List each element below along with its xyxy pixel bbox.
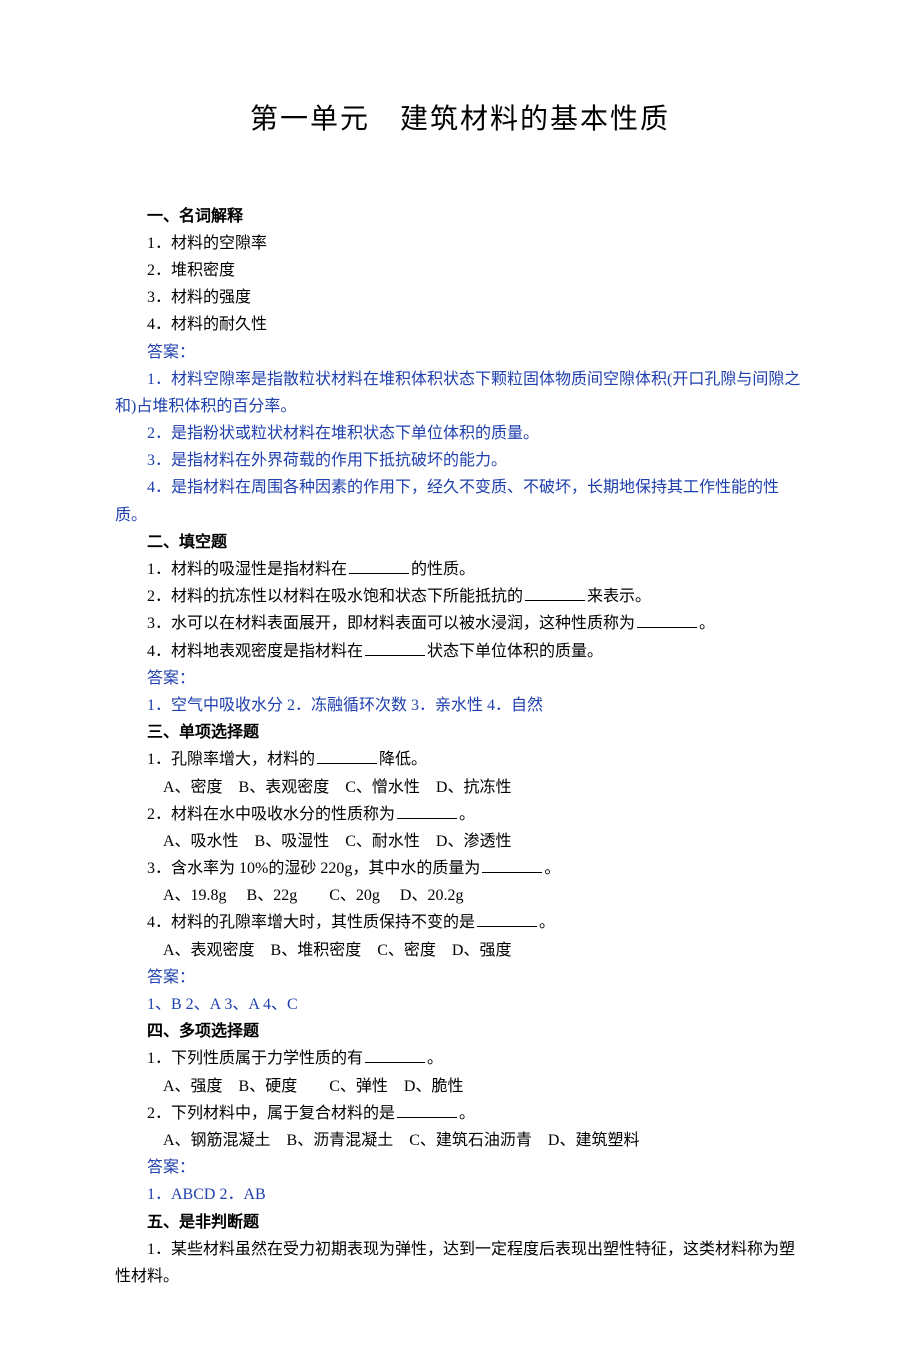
s3-q2b: 。 bbox=[459, 806, 475, 823]
s2-q2: 2．材料的抗冻性以材料在吸水饱和状态下所能抵抗的 来表示。 bbox=[115, 583, 805, 610]
s4-q1: 1．下列性质属于力学性质的有 。 bbox=[115, 1045, 805, 1072]
s4-answers: 1．ABCD 2．AB bbox=[115, 1181, 805, 1208]
s2-q3: 3．水可以在材料表面展开，即材料表面可以被水浸润，这种性质称为 。 bbox=[115, 610, 805, 637]
s2-answer-label: 答案： bbox=[115, 665, 805, 692]
blank bbox=[365, 1048, 425, 1063]
s1-answer-2: 2．是指粉状或粒状材料在堆积状态下单位体积的质量。 bbox=[115, 420, 805, 447]
blank bbox=[317, 749, 377, 764]
s2-q3b: 。 bbox=[699, 615, 715, 632]
s1-answer-4: 4．是指材料在周围各种因素的作用下，经久不变质、不破坏，长期地保持其工作性能的性… bbox=[115, 474, 805, 528]
s3-q2a: 2．材料在水中吸收水分的性质称为 bbox=[147, 806, 395, 823]
page-title: 第一单元 建筑材料的基本性质 bbox=[115, 95, 805, 143]
s3-q4b: 。 bbox=[539, 914, 555, 931]
s1-item-2: 2．堆积密度 bbox=[115, 257, 805, 284]
blank bbox=[397, 803, 457, 818]
s2-q3a: 3．水可以在材料表面展开，即材料表面可以被水浸润，这种性质称为 bbox=[147, 615, 635, 632]
s3-o4: A、表观密度 B、堆积密度 C、密度 D、强度 bbox=[115, 937, 805, 964]
section-5-heading: 五、是非判断题 bbox=[147, 1214, 259, 1231]
blank bbox=[637, 613, 697, 628]
s1-answer-label: 答案： bbox=[115, 339, 805, 366]
s4-q1b: 。 bbox=[427, 1050, 443, 1067]
s1-answer-3: 3．是指材料在外界荷载的作用下抵抗破坏的能力。 bbox=[115, 447, 805, 474]
s3-q1: 1．孔隙率增大，材料的 降低。 bbox=[115, 746, 805, 773]
s3-q3: 3．含水率为 10%的湿砂 220g，其中水的质量为 。 bbox=[115, 855, 805, 882]
s3-q1b: 降低。 bbox=[379, 751, 427, 768]
section-1-heading: 一、名词解释 bbox=[147, 208, 243, 225]
s3-q3b: 。 bbox=[544, 860, 560, 877]
s2-q4a: 4．材料地表观密度是指材料在 bbox=[147, 643, 363, 660]
s3-o1: A、密度 B、表观密度 C、憎水性 D、抗冻性 bbox=[115, 774, 805, 801]
blank bbox=[365, 640, 425, 655]
s2-q2a: 2．材料的抗冻性以材料在吸水饱和状态下所能抵抗的 bbox=[147, 588, 523, 605]
blank bbox=[525, 586, 585, 601]
s4-q1a: 1．下列性质属于力学性质的有 bbox=[147, 1050, 363, 1067]
s2-q2b: 来表示。 bbox=[587, 588, 651, 605]
s1-item-4: 4．材料的耐久性 bbox=[115, 311, 805, 338]
s3-q4a: 4．材料的孔隙率增大时，其性质保持不变的是 bbox=[147, 914, 475, 931]
s3-answers: 1、B 2、A 3、A 4、C bbox=[115, 991, 805, 1018]
blank bbox=[349, 559, 409, 574]
blank bbox=[477, 912, 537, 927]
section-2-heading: 二、填空题 bbox=[147, 534, 227, 551]
s4-q2a: 2．下列材料中，属于复合材料的是 bbox=[147, 1105, 395, 1122]
s2-q1a: 1．材料的吸湿性是指材料在 bbox=[147, 561, 347, 578]
s5-q1: 1．某些材料虽然在受力初期表现为弹性，达到一定程度后表现出塑性特征，这类材料称为… bbox=[115, 1236, 805, 1290]
s3-o3: A、19.8g B、22g C、20g D、20.2g bbox=[115, 882, 805, 909]
s2-answers: 1．空气中吸收水分 2．冻融循环次数 3．亲水性 4．自然 bbox=[115, 692, 805, 719]
s3-q3a: 3．含水率为 10%的湿砂 220g，其中水的质量为 bbox=[147, 860, 480, 877]
s2-q4b: 状态下单位体积的质量。 bbox=[427, 643, 603, 660]
s1-item-3: 3．材料的强度 bbox=[115, 284, 805, 311]
s3-answer-label: 答案： bbox=[115, 964, 805, 991]
section-4-heading: 四、多项选择题 bbox=[147, 1023, 259, 1040]
s3-q4: 4．材料的孔隙率增大时，其性质保持不变的是 。 bbox=[115, 909, 805, 936]
blank bbox=[397, 1102, 457, 1117]
s3-q1a: 1．孔隙率增大，材料的 bbox=[147, 751, 315, 768]
s3-q2: 2．材料在水中吸收水分的性质称为 。 bbox=[115, 801, 805, 828]
s1-answer-1: 1．材料空隙率是指散粒状材料在堆积体积状态下颗粒固体物质间空隙体积(开口孔隙与间… bbox=[115, 366, 805, 420]
s4-o2: A、钢筋混凝土 B、沥青混凝土 C、建筑石油沥青 D、建筑塑料 bbox=[115, 1127, 805, 1154]
document-page: 第一单元 建筑材料的基本性质 一、名词解释 1．材料的空隙率 2．堆积密度 3．… bbox=[0, 0, 920, 1370]
s4-o1: A、强度 B、硬度 C、弹性 D、脆性 bbox=[115, 1073, 805, 1100]
s2-q4: 4．材料地表观密度是指材料在 状态下单位体积的质量。 bbox=[115, 638, 805, 665]
s2-q1: 1．材料的吸湿性是指材料在 的性质。 bbox=[115, 556, 805, 583]
blank bbox=[482, 858, 542, 873]
s2-q1b: 的性质。 bbox=[411, 561, 475, 578]
s1-item-1: 1．材料的空隙率 bbox=[115, 230, 805, 257]
s4-q2b: 。 bbox=[459, 1105, 475, 1122]
section-3-heading: 三、单项选择题 bbox=[147, 724, 259, 741]
s3-o2: A、吸水性 B、吸湿性 C、耐水性 D、渗透性 bbox=[115, 828, 805, 855]
s4-q2: 2．下列材料中，属于复合材料的是 。 bbox=[115, 1100, 805, 1127]
s4-answer-label: 答案： bbox=[115, 1154, 805, 1181]
